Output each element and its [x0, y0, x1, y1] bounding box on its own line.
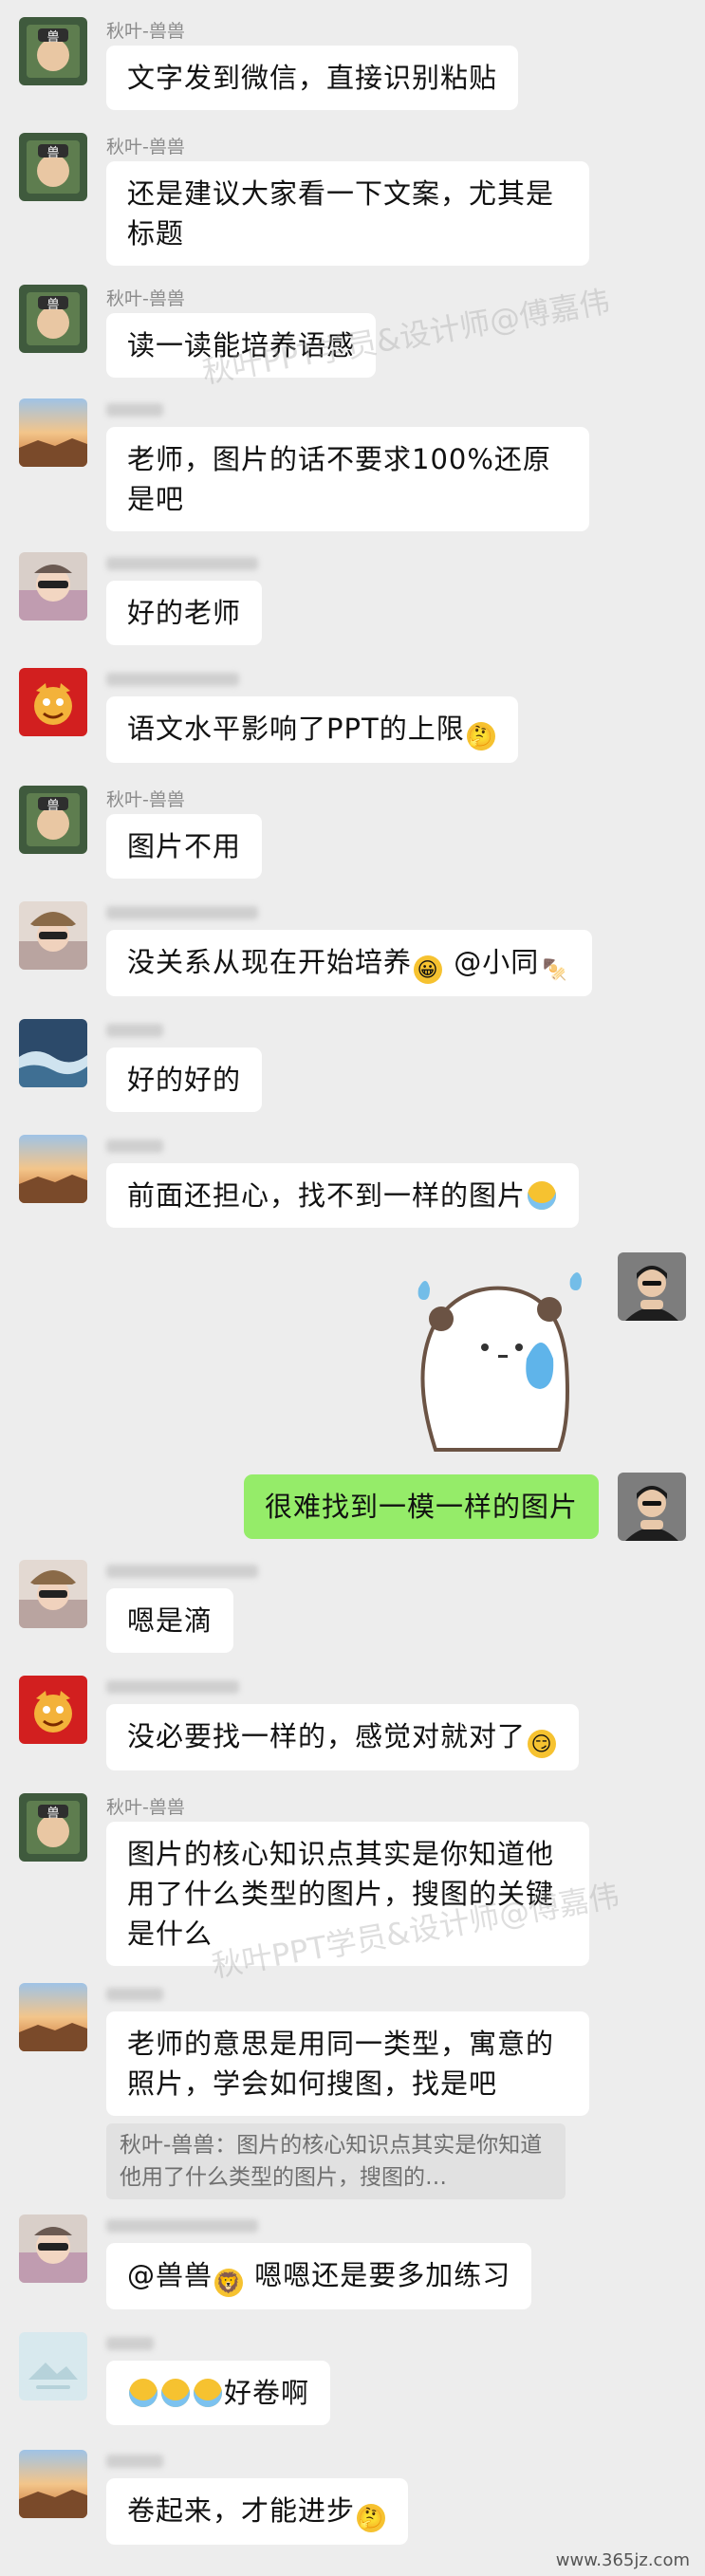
avatar[interactable]: 兽: [19, 1793, 87, 1862]
grin-emoji-icon: 😀: [414, 955, 443, 984]
sender-name: [106, 552, 258, 573]
message-text: 嗯是滴: [127, 1604, 213, 1637]
avatar[interactable]: [19, 2215, 87, 2283]
message-bubble[interactable]: 文字发到微信，直接识别粘贴: [106, 46, 519, 110]
site-url: www.365jz.com: [555, 2550, 690, 2570]
svg-text:兽: 兽: [46, 298, 59, 312]
self-avatar[interactable]: [618, 1252, 686, 1321]
message-bubble[interactable]: 语文水平影响了PPT的上限 🤔: [106, 696, 518, 763]
chat-area: 兽 秋叶-兽兽 文字发到微信，直接识别粘贴 兽 秋叶-兽兽 还是建议大家看一下文…: [0, 0, 705, 2576]
svg-text:兽: 兽: [46, 1807, 59, 1821]
svg-text:兽: 兽: [46, 146, 59, 160]
message-text: 还是建议大家看一下文案，尤其是标题: [127, 177, 555, 250]
crying-emoji-icon: [129, 2379, 158, 2407]
avatar[interactable]: [19, 1135, 87, 1203]
sender-name: [106, 668, 239, 689]
message-bubble[interactable]: 没关系从现在开始培养 😀 @小同 🍢: [106, 930, 593, 996]
message-text: 图片的核心知识点其实是你知道他用了什么类型的图片，搜图的关键是什么: [127, 1838, 555, 1950]
svg-text:兽: 兽: [46, 30, 59, 45]
crying-emoji-icon: [528, 1181, 557, 1210]
crying-emoji-icon: [161, 2379, 190, 2407]
message-text: 前面还担心，找不到一样的图片: [127, 1179, 527, 1212]
avatar[interactable]: 兽: [19, 133, 87, 201]
sender-name: [106, 1560, 258, 1581]
message-bubble[interactable]: 好的老师: [106, 581, 263, 645]
sticker-image[interactable]: [392, 1260, 599, 1467]
lion-emoji-icon: 🦁: [214, 2269, 244, 2297]
sender-name: 秋叶-兽兽: [106, 288, 185, 309]
message-text: 老师，图片的话不要求100%还原是吧: [127, 443, 551, 515]
sender-name: [106, 1135, 163, 1156]
message-bubble[interactable]: 嗯是滴: [106, 1588, 234, 1653]
sender-name: [106, 2450, 163, 2471]
avatar[interactable]: [19, 901, 87, 970]
message-text: 卷起来，才能进步: [127, 2494, 356, 2527]
message-text: 老师的意思是用同一类型，寓意的照片，学会如何搜图，找是吧: [127, 2028, 555, 2100]
avatar[interactable]: 兽: [19, 285, 87, 353]
message-text: 语文水平影响了PPT的上限: [127, 713, 465, 745]
message-text: 好卷啊: [224, 2377, 310, 2409]
thinking-emoji-icon: 🤔: [357, 2504, 386, 2532]
mention[interactable]: @小同: [454, 946, 539, 978]
message-text: 读一读能培养语感: [127, 329, 356, 361]
avatar[interactable]: [19, 552, 87, 621]
svg-text:兽: 兽: [46, 799, 59, 813]
avatar[interactable]: [19, 668, 87, 736]
self-avatar[interactable]: [618, 1473, 686, 1541]
message-bubble-self[interactable]: 很难找到一模一样的图片: [243, 1474, 599, 1539]
message-bubble[interactable]: 好的好的: [106, 1047, 263, 1112]
message-text: 好的老师: [127, 597, 242, 629]
smirk-emoji-icon: 😏: [528, 1730, 557, 1758]
avatar[interactable]: [19, 1983, 87, 2051]
avatar[interactable]: [19, 1676, 87, 1744]
quoted-reply[interactable]: 秋叶-兽兽：图片的核心知识点其实是你知道他用了什么类型的图片，搜图的…: [106, 2123, 566, 2199]
avatar[interactable]: 兽: [19, 786, 87, 854]
message-bubble[interactable]: 好卷啊: [106, 2361, 331, 2425]
sender-name: 秋叶-兽兽: [106, 21, 185, 42]
message-bubble[interactable]: 图片不用: [106, 814, 263, 879]
message-bubble[interactable]: 图片的核心知识点其实是你知道他用了什么类型的图片，搜图的关键是什么: [106, 1822, 589, 1966]
avatar[interactable]: [19, 1560, 87, 1628]
sender-name: [106, 901, 258, 922]
thinking-emoji-icon: 🤔: [466, 722, 495, 751]
crying-emoji-icon: [194, 2379, 222, 2407]
quoted-text: 秋叶-兽兽：图片的核心知识点其实是你知道他用了什么类型的图片，搜图的…: [120, 2133, 543, 2190]
message-text: 文字发到微信，直接识别粘贴: [127, 62, 498, 94]
message-bubble[interactable]: 还是建议大家看一下文案，尤其是标题: [106, 161, 589, 266]
avatar[interactable]: [19, 2332, 87, 2400]
message-text: 没必要找一样的，感觉对就对了: [127, 1720, 527, 1752]
message-text: 图片不用: [127, 830, 242, 862]
message-bubble[interactable]: 老师，图片的话不要求100%还原是吧: [106, 427, 589, 531]
skewer-emoji-icon: 🍢: [542, 958, 568, 981]
sender-name: [106, 2332, 154, 2353]
avatar[interactable]: [19, 398, 87, 467]
message-text: 嗯嗯还是要多加练习: [254, 2259, 511, 2291]
avatar[interactable]: 兽: [19, 17, 87, 85]
sender-name: [106, 1019, 163, 1040]
sender-name: 秋叶-兽兽: [106, 789, 185, 810]
message-bubble[interactable]: 老师的意思是用同一类型，寓意的照片，学会如何搜图，找是吧: [106, 2011, 589, 2116]
sender-name: [106, 1676, 239, 1696]
sender-name: [106, 398, 163, 419]
message-bubble[interactable]: 没必要找一样的，感觉对就对了 😏: [106, 1704, 580, 1770]
message-text: 没关系从现在开始培养: [127, 946, 413, 978]
message-bubble[interactable]: 卷起来，才能进步 🤔: [106, 2478, 409, 2545]
sender-name: 秋叶-兽兽: [106, 1797, 185, 1818]
message-bubble[interactable]: 前面还担心，找不到一样的图片: [106, 1163, 580, 1228]
message-text: 好的好的: [127, 1064, 242, 1096]
message-bubble[interactable]: 读一读能培养语感: [106, 313, 377, 378]
avatar[interactable]: [19, 2450, 87, 2518]
mention[interactable]: @兽兽: [127, 2259, 213, 2291]
sender-name: [106, 1983, 163, 2004]
sender-name: [106, 2215, 258, 2235]
message-text: 很难找到一模一样的图片: [264, 1491, 578, 1523]
sender-name: 秋叶-兽兽: [106, 137, 185, 158]
message-bubble[interactable]: @兽兽 🦁 嗯嗯还是要多加练习: [106, 2243, 532, 2309]
avatar[interactable]: [19, 1019, 87, 1087]
